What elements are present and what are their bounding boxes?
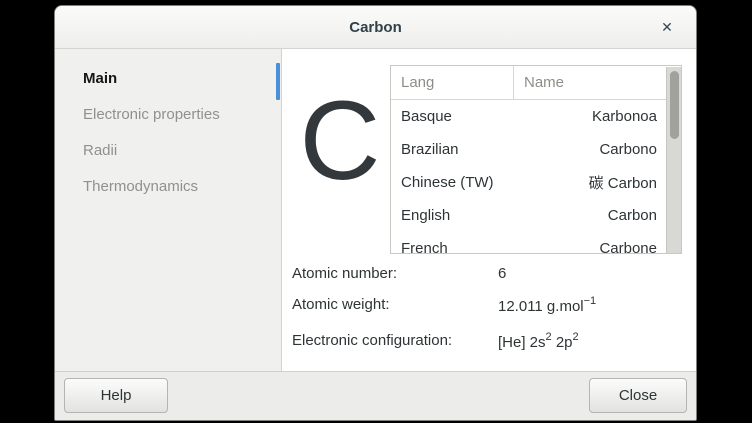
- table-scrollbar-thumb[interactable]: [670, 71, 679, 139]
- close-icon[interactable]: ✕: [652, 6, 682, 49]
- help-button[interactable]: Help: [64, 378, 168, 413]
- cell-lang: Chinese (TW): [391, 174, 589, 191]
- titlebar[interactable]: Carbon ✕: [55, 6, 696, 49]
- sidebar-item-radii[interactable]: Radii: [55, 133, 281, 169]
- sidebar: Main Electronic properties Radii Thermod…: [55, 49, 282, 371]
- sidebar-scrollbar[interactable]: [276, 63, 280, 100]
- electronic-configuration-row: Electronic configuration: [He] 2s2 2p2: [292, 332, 579, 351]
- table-row[interactable]: English Carbon: [391, 199, 681, 232]
- cell-lang: Basque: [391, 108, 592, 125]
- atomic-number-row: Atomic number: 6: [292, 265, 506, 282]
- electronic-configuration-label: Electronic configuration:: [292, 332, 498, 351]
- atomic-weight-value: 12.011 g.mol−1: [498, 296, 596, 315]
- close-button[interactable]: Close: [589, 378, 687, 413]
- atomic-number-label: Atomic number:: [292, 265, 498, 282]
- cell-lang: English: [391, 207, 608, 224]
- sidebar-item-main[interactable]: Main: [55, 61, 281, 97]
- atomic-weight-row: Atomic weight: 12.011 g.mol−1: [292, 296, 596, 315]
- table-scrollbar[interactable]: [666, 67, 681, 253]
- window-title: Carbon: [349, 19, 402, 36]
- element-names-table[interactable]: Lang Name Basque Karbonoa Brazilian Carb…: [390, 65, 682, 254]
- atomic-number-value: 6: [498, 265, 506, 282]
- table-row[interactable]: Chinese (TW) 碳 Carbon: [391, 166, 681, 199]
- table-row[interactable]: Brazilian Carbono: [391, 133, 681, 166]
- dialog-body: Main Electronic properties Radii Thermod…: [55, 49, 696, 371]
- table-row[interactable]: French Carbone: [391, 232, 681, 254]
- table-header-row: Lang Name: [391, 66, 681, 100]
- screen-background: Carbon ✕ Main Electronic properties Radi…: [0, 0, 752, 423]
- cell-lang: Brazilian: [391, 141, 599, 158]
- column-header-name[interactable]: Name: [514, 66, 681, 99]
- table-row[interactable]: Basque Karbonoa: [391, 100, 681, 133]
- action-bar: Help Close: [55, 371, 696, 420]
- sidebar-item-electronic-properties[interactable]: Electronic properties: [55, 97, 281, 133]
- carbon-dialog-window: Carbon ✕ Main Electronic properties Radi…: [54, 5, 697, 421]
- sidebar-item-thermodynamics[interactable]: Thermodynamics: [55, 169, 281, 205]
- atomic-weight-label: Atomic weight:: [292, 296, 498, 315]
- electronic-configuration-value: [He] 2s2 2p2: [498, 332, 579, 351]
- cell-lang: French: [391, 240, 599, 254]
- main-panel: C Lang Name Basque Karbonoa Brazilian Ca…: [282, 49, 696, 371]
- column-header-lang[interactable]: Lang: [391, 66, 514, 99]
- element-symbol: C: [294, 85, 386, 197]
